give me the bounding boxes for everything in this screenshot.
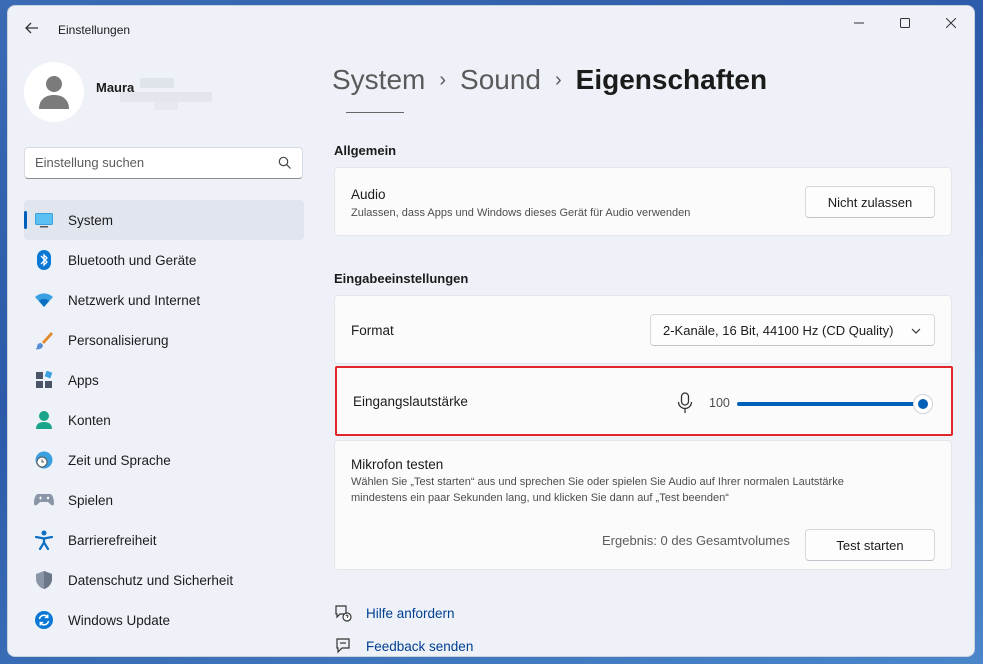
sidebar-item-label: Spielen [68, 492, 114, 508]
feedback-icon [336, 638, 350, 654]
sidebar-item-label: Zeit und Sprache [68, 452, 171, 468]
settings-search[interactable] [24, 147, 303, 179]
update-icon [34, 610, 54, 630]
close-icon [946, 18, 956, 28]
avatar [24, 62, 84, 122]
sidebar-item-apps[interactable]: Apps [24, 360, 304, 400]
search-input[interactable] [35, 155, 265, 170]
mic-test-title: Mikrofon testen [351, 457, 444, 472]
brush-icon [34, 330, 54, 350]
sidebar-item-time-language[interactable]: Zeit und Sprache [24, 440, 304, 480]
format-dropdown[interactable]: 2-Kanäle, 16 Bit, 44100 Hz (CD Quality) [650, 314, 935, 346]
breadcrumb-underline [346, 112, 404, 113]
breadcrumb-separator: › [439, 68, 447, 91]
sidebar-item-label: System [68, 212, 114, 228]
chevron-down-icon [911, 328, 921, 334]
mic-test-result: Ergebnis: 0 des Gesamtvolumes [602, 533, 790, 548]
audio-description: Zulassen, dass Apps und Windows dieses G… [351, 207, 691, 219]
sidebar-item-label: Apps [68, 372, 99, 388]
microphone-icon[interactable] [677, 392, 693, 414]
input-volume-label: Eingangslautstärke [353, 394, 468, 409]
sidebar-item-label: Personalisierung [68, 332, 169, 348]
breadcrumb-sound[interactable]: Sound [460, 64, 541, 96]
apps-icon [34, 370, 54, 390]
close-button[interactable] [928, 6, 974, 40]
input-volume-value: 100 [709, 396, 730, 410]
mic-test-description-line1: Wählen Sie „Test starten“ aus und sprech… [351, 476, 844, 488]
back-arrow-icon [25, 22, 38, 34]
accessibility-icon [34, 530, 54, 550]
redacted-name-blur [140, 78, 174, 88]
audio-title: Audio [351, 187, 386, 202]
breadcrumb: System › Sound › Eigenschaften [332, 64, 767, 96]
title-bar: Einstellungen [8, 6, 974, 46]
breadcrumb-separator: › [555, 68, 562, 91]
audio-card: Audio Zulassen, dass Apps und Windows di… [334, 167, 952, 236]
person-avatar-icon [39, 76, 69, 109]
sidebar-item-personalization[interactable]: Personalisierung [24, 320, 304, 360]
sidebar-item-accounts[interactable]: Konten [24, 400, 304, 440]
mic-test-description-line2: mindestens ein paar Sekunden lang, und k… [351, 492, 729, 504]
format-card: Format 2-Kanäle, 16 Bit, 44100 Hz (CD Qu… [334, 295, 952, 364]
minimize-icon [854, 22, 864, 24]
format-selected-value: 2-Kanäle, 16 Bit, 44100 Hz (CD Quality) [663, 322, 894, 338]
gamepad-icon [34, 490, 54, 510]
sidebar-item-gaming[interactable]: Spielen [24, 480, 304, 520]
sidebar-item-privacy-security[interactable]: Datenschutz und Sicherheit [24, 560, 304, 600]
volume-slider-track[interactable] [737, 402, 919, 406]
sidebar-item-label: Datenschutz und Sicherheit [68, 572, 234, 588]
minimize-button[interactable] [836, 6, 882, 40]
start-test-button[interactable]: Test starten [805, 529, 935, 561]
help-chat-icon [335, 605, 352, 622]
sidebar-item-label: Barrierefreiheit [68, 532, 157, 548]
input-volume-card: Eingangslautstärke 100 [335, 366, 953, 436]
search-icon[interactable] [278, 156, 292, 170]
shield-icon [34, 570, 54, 590]
settings-window: Einstellungen Maura System [7, 5, 975, 657]
get-help-label[interactable]: Hilfe anfordern [366, 606, 455, 621]
sidebar-item-windows-update[interactable]: Windows Update [24, 600, 304, 640]
bluetooth-icon [34, 250, 54, 270]
section-title-general: Allgemein [334, 143, 397, 158]
sidebar-item-label: Konten [68, 412, 111, 428]
sidebar-nav: System Bluetooth und Geräte Netzwerk und… [24, 200, 304, 640]
send-feedback-label[interactable]: Feedback senden [366, 639, 473, 654]
clock-globe-icon [34, 450, 54, 470]
maximize-icon [900, 18, 910, 28]
sidebar-item-accessibility[interactable]: Barrierefreiheit [24, 520, 304, 560]
sidebar-item-label: Netzwerk und Internet [68, 292, 201, 308]
send-feedback-link[interactable]: Feedback senden [334, 637, 473, 655]
maximize-button[interactable] [882, 6, 928, 40]
breadcrumb-system[interactable]: System [332, 64, 425, 96]
app-title: Einstellungen [58, 23, 131, 37]
redacted-blur-fragment [154, 102, 178, 110]
page-title: Eigenschaften [575, 64, 768, 95]
format-label: Format [351, 323, 394, 338]
person-icon [34, 410, 54, 430]
get-help-link[interactable]: Hilfe anfordern [334, 604, 455, 622]
monitor-icon [34, 210, 54, 230]
sidebar-item-network[interactable]: Netzwerk und Internet [24, 280, 304, 320]
sidebar-item-label: Windows Update [68, 612, 171, 628]
section-title-input-settings: Eingabeeinstellungen [334, 271, 469, 286]
back-button[interactable] [22, 18, 42, 38]
volume-slider-thumb[interactable] [913, 394, 933, 414]
sidebar-item-bluetooth[interactable]: Bluetooth und Geräte [24, 240, 304, 280]
disallow-audio-button[interactable]: Nicht zulassen [805, 186, 935, 218]
redacted-email-blur [120, 92, 212, 102]
wifi-icon [34, 290, 54, 310]
mic-test-card: Mikrofon testen Wählen Sie „Test starten… [334, 440, 952, 570]
sidebar-item-label: Bluetooth und Geräte [68, 252, 197, 268]
sidebar-item-system[interactable]: System [24, 200, 304, 240]
